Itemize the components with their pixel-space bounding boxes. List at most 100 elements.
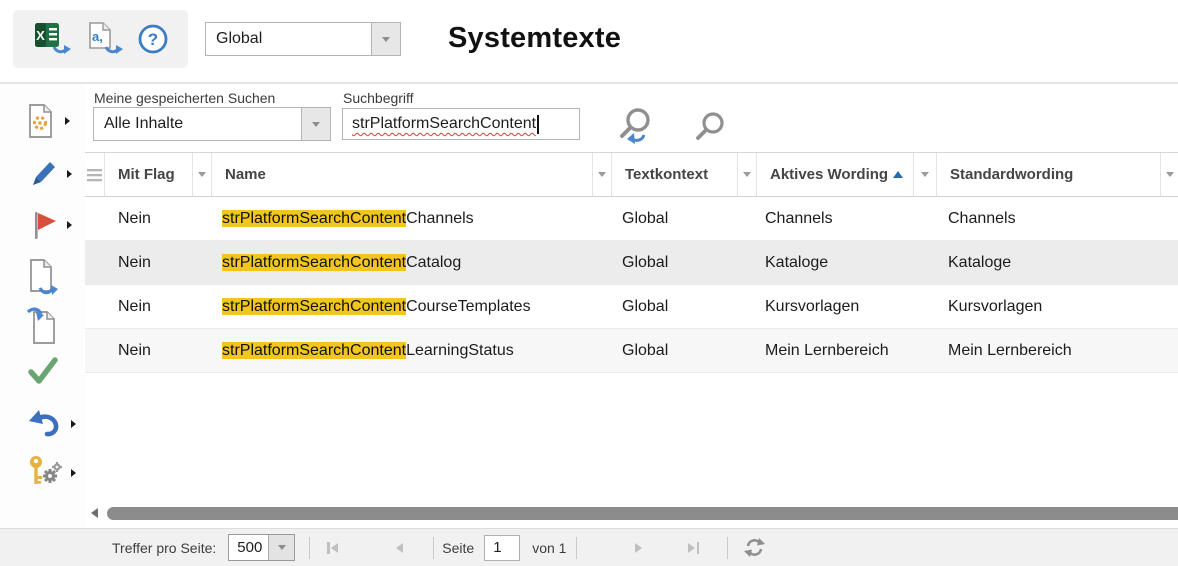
chevron-down-icon[interactable] <box>268 535 295 560</box>
cell-textkontext: Global <box>622 209 669 227</box>
wizard-document-icon <box>29 104 52 138</box>
refresh-icon <box>744 538 766 557</box>
cell-standardwording: Kataloge <box>948 253 1012 271</box>
wording-export-button[interactable]: a, <box>84 20 124 58</box>
cell-textkontext: Global <box>622 253 669 271</box>
per-page-label: Treffer pro Seite: <box>112 539 217 556</box>
edit-pencil-icon <box>33 162 55 185</box>
horizontal-scrollbar[interactable] <box>85 505 1178 521</box>
prev-page-icon <box>396 542 404 553</box>
search-term-label: Suchbegriff <box>343 90 414 106</box>
cell-standardwording: Kursvorlagen <box>948 297 1043 315</box>
chevron-down-icon[interactable] <box>371 23 400 55</box>
table-row[interactable]: Nein strPlatformSearchContentLearningSta… <box>85 329 1178 373</box>
cell-name: strPlatformSearchContentChannels <box>212 209 612 228</box>
per-page-select[interactable]: 500 <box>228 534 296 561</box>
cell-aktives-wording: Channels <box>765 209 833 227</box>
sidebar-item-approve[interactable] <box>26 355 60 386</box>
name-suffix: Catalog <box>406 253 462 271</box>
sidebar-item-undo[interactable] <box>26 408 76 440</box>
sort-ascending-icon <box>893 171 903 178</box>
chevron-down-icon[interactable] <box>301 108 330 140</box>
administration-key-icon <box>30 456 62 484</box>
page-label: Seite <box>442 539 475 556</box>
column-header-name[interactable]: Name <box>212 153 592 196</box>
export-toolbar: X a, ? <box>13 10 188 68</box>
last-page-button[interactable] <box>688 541 700 554</box>
systemtexte-window: X a, ? Global Systemtexte Meine gespeich… <box>0 0 1178 566</box>
first-page-icon <box>327 541 330 554</box>
cell-aktives-wording: Kataloge <box>765 253 829 271</box>
svg-text:a,: a, <box>92 29 103 44</box>
svg-text:X: X <box>36 28 45 43</box>
table-row[interactable]: Nein strPlatformSearchContentChannels Gl… <box>85 197 1178 241</box>
cell-standardwording: Channels <box>948 209 1016 227</box>
name-suffix: Channels <box>406 209 474 227</box>
column-chooser-handle[interactable] <box>85 153 105 196</box>
column-header-standardwording[interactable]: Standardwording <box>937 153 1160 196</box>
sidebar-item-edit[interactable] <box>26 158 72 190</box>
extended-search-button[interactable] <box>612 106 658 148</box>
search-match-highlight: strPlatformSearchContent <box>222 253 407 271</box>
first-page-button[interactable] <box>327 541 339 554</box>
refresh-button[interactable] <box>744 537 766 558</box>
excel-export-icon: X <box>34 23 71 54</box>
search-match-highlight: strPlatformSearchContent <box>222 297 407 315</box>
filter-arrow-icon <box>1165 172 1174 177</box>
context-select-value: Global <box>216 30 263 47</box>
extended-search-icon <box>620 108 650 144</box>
header-divider <box>0 82 1178 84</box>
flyout-arrow-icon <box>67 170 72 178</box>
page-of-label: von 1 <box>532 539 567 556</box>
svg-text:?: ? <box>147 30 157 49</box>
search-term-input[interactable]: strPlatformSearchContent <box>342 108 580 140</box>
table-row[interactable]: Nein strPlatformSearchContentCatalog Glo… <box>85 241 1178 285</box>
filter-textkontext[interactable] <box>737 153 757 196</box>
action-sidebar <box>0 84 85 528</box>
separator <box>309 536 311 559</box>
cell-textkontext: Global <box>622 297 669 315</box>
flyout-arrow-icon <box>67 221 72 229</box>
cell-standardwording: Mein Lernbereich <box>948 341 1072 359</box>
cell-aktives-wording: Kursvorlagen <box>765 297 860 315</box>
page-title: Systemtexte <box>448 22 622 54</box>
sidebar-item-import[interactable] <box>26 305 60 345</box>
separator <box>727 536 729 559</box>
page-number-input[interactable] <box>484 534 521 561</box>
name-suffix: LearningStatus <box>406 341 514 359</box>
name-suffix: CourseTemplates <box>406 297 531 315</box>
prev-page-button[interactable] <box>396 542 404 553</box>
column-header-aktives-wording[interactable]: Aktives Wording <box>757 153 913 196</box>
excel-export-button[interactable]: X <box>32 20 72 58</box>
separator <box>576 536 578 559</box>
filter-name[interactable] <box>592 153 612 196</box>
last-page-icon <box>688 542 696 553</box>
context-select[interactable]: Global <box>205 22 401 56</box>
wording-export-icon: a, <box>88 22 123 54</box>
table-row[interactable]: Nein strPlatformSearchContentCourseTempl… <box>85 285 1178 329</box>
filter-mit-flag[interactable] <box>192 153 212 196</box>
filter-arrow-icon <box>743 172 751 177</box>
export-document-icon <box>30 259 58 295</box>
search-term-value: strPlatformSearchContent <box>352 115 537 132</box>
search-button[interactable] <box>690 111 728 147</box>
import-document-icon <box>26 307 55 344</box>
sidebar-item-flag[interactable] <box>26 208 72 242</box>
scrollbar-thumb[interactable] <box>107 506 1178 520</box>
flyout-arrow-icon <box>71 420 76 428</box>
help-button[interactable]: ? <box>136 22 170 56</box>
per-page-value: 500 <box>237 539 263 556</box>
saved-searches-select[interactable]: Alle Inhalte <box>93 107 331 141</box>
next-page-button[interactable] <box>635 542 643 553</box>
sidebar-item-export[interactable] <box>26 258 60 298</box>
filter-standardwording[interactable] <box>1160 153 1178 196</box>
sidebar-item-administration[interactable] <box>26 452 76 494</box>
help-icon: ? <box>138 24 167 54</box>
filter-aktives-wording[interactable] <box>913 153 937 196</box>
scroll-left-icon[interactable] <box>91 508 98 518</box>
column-label: Aktives Wording <box>770 166 889 183</box>
sidebar-item-wizard[interactable] <box>26 102 70 140</box>
column-header-mit-flag[interactable]: Mit Flag <box>105 153 192 196</box>
search-match-highlight: strPlatformSearchContent <box>222 341 407 359</box>
column-header-textkontext[interactable]: Textkontext <box>612 153 737 196</box>
